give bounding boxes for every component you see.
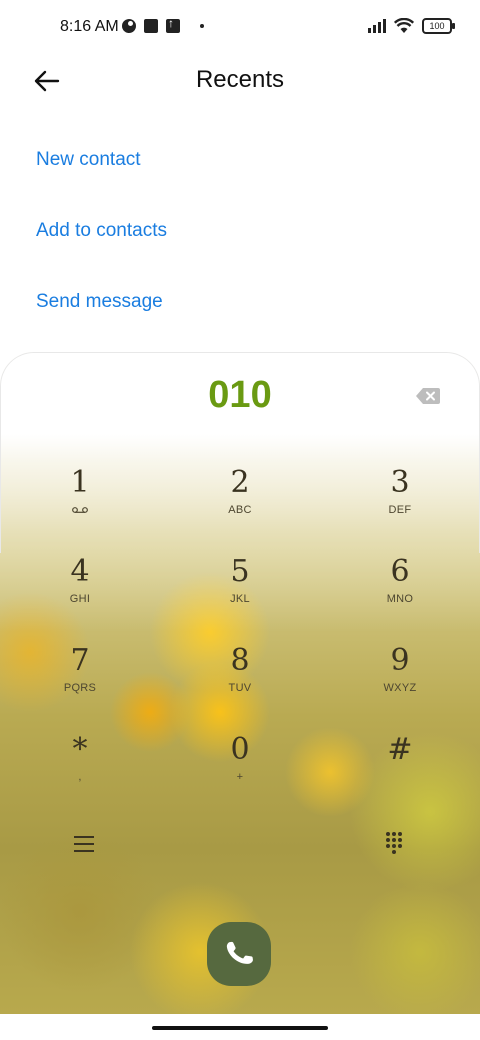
key-letters: TUV (228, 682, 252, 694)
key-7[interactable]: 7 PQRS (20, 644, 140, 714)
key-5[interactable]: 5 JKL (180, 555, 300, 625)
key-digit: 5 (230, 554, 250, 589)
send-message-link[interactable]: Send message (36, 291, 163, 313)
menu-icon[interactable] (74, 836, 94, 852)
wifi-icon (394, 18, 414, 33)
key-digit: 4 (70, 554, 90, 589)
dialpad-panel: 010 1 2 ABC 3 DEF 4 GHI 5 JKL 6 MNO 7 PQ… (0, 352, 480, 1014)
battery-icon: 100 (422, 18, 455, 34)
key-2[interactable]: 2 ABC (180, 466, 300, 536)
status-bar: 8:16 AM 100 (0, 0, 480, 56)
key-digit: 1 (70, 465, 90, 500)
key-digit: 6 (390, 554, 410, 589)
phone-icon (226, 941, 253, 964)
key-letters: JKL (230, 593, 250, 605)
key-1[interactable]: 1 (20, 466, 140, 536)
key-digit: * (72, 732, 88, 767)
key-6[interactable]: 6 MNO (340, 555, 460, 625)
backspace-icon[interactable] (416, 388, 440, 404)
add-to-contacts-link[interactable]: Add to contacts (36, 220, 167, 242)
upload-icon (166, 16, 180, 33)
key-8[interactable]: 8 TUV (180, 644, 300, 714)
home-indicator[interactable] (152, 1026, 328, 1030)
notification-icons (122, 16, 204, 33)
navigation-bar (0, 1014, 480, 1040)
key-digit: 9 (390, 643, 410, 678)
key-digit: 0 (230, 732, 250, 767)
new-contact-link[interactable]: New contact (36, 149, 141, 171)
key-4[interactable]: 4 GHI (20, 555, 140, 625)
key-3[interactable]: 3 DEF (340, 466, 460, 536)
dialed-number: 010 (208, 374, 272, 416)
signal-icon (368, 19, 386, 33)
key-letters: GHI (69, 593, 91, 605)
key-letters: WXYZ (383, 682, 417, 694)
key-letters: , (78, 771, 82, 783)
notification-circle-icon (122, 19, 136, 33)
call-button[interactable] (207, 922, 271, 986)
key-letters: ABC (228, 504, 252, 516)
voicemail-icon (72, 507, 88, 513)
page-title: Recents (195, 66, 285, 93)
key-digit: # (387, 732, 413, 767)
key-digit: 2 (230, 465, 250, 500)
key-digit: 3 (390, 465, 410, 500)
key-hash[interactable]: # (340, 733, 460, 803)
dot-icon (200, 24, 204, 28)
key-0[interactable]: 0 + (180, 733, 300, 803)
dialpad-toggle-icon[interactable] (386, 832, 404, 854)
status-time: 8:16 AM (60, 18, 119, 35)
square-icon (144, 19, 158, 33)
key-digit: 8 (230, 643, 250, 678)
key-digit: 7 (70, 643, 90, 678)
key-letters: MNO (386, 593, 414, 605)
key-9[interactable]: 9 WXYZ (340, 644, 460, 714)
key-letters: PQRS (63, 682, 97, 694)
key-letters: + (236, 771, 244, 783)
system-icons: 100 (368, 18, 455, 34)
key-letters: DEF (388, 504, 412, 516)
key-star[interactable]: * , (20, 733, 140, 803)
